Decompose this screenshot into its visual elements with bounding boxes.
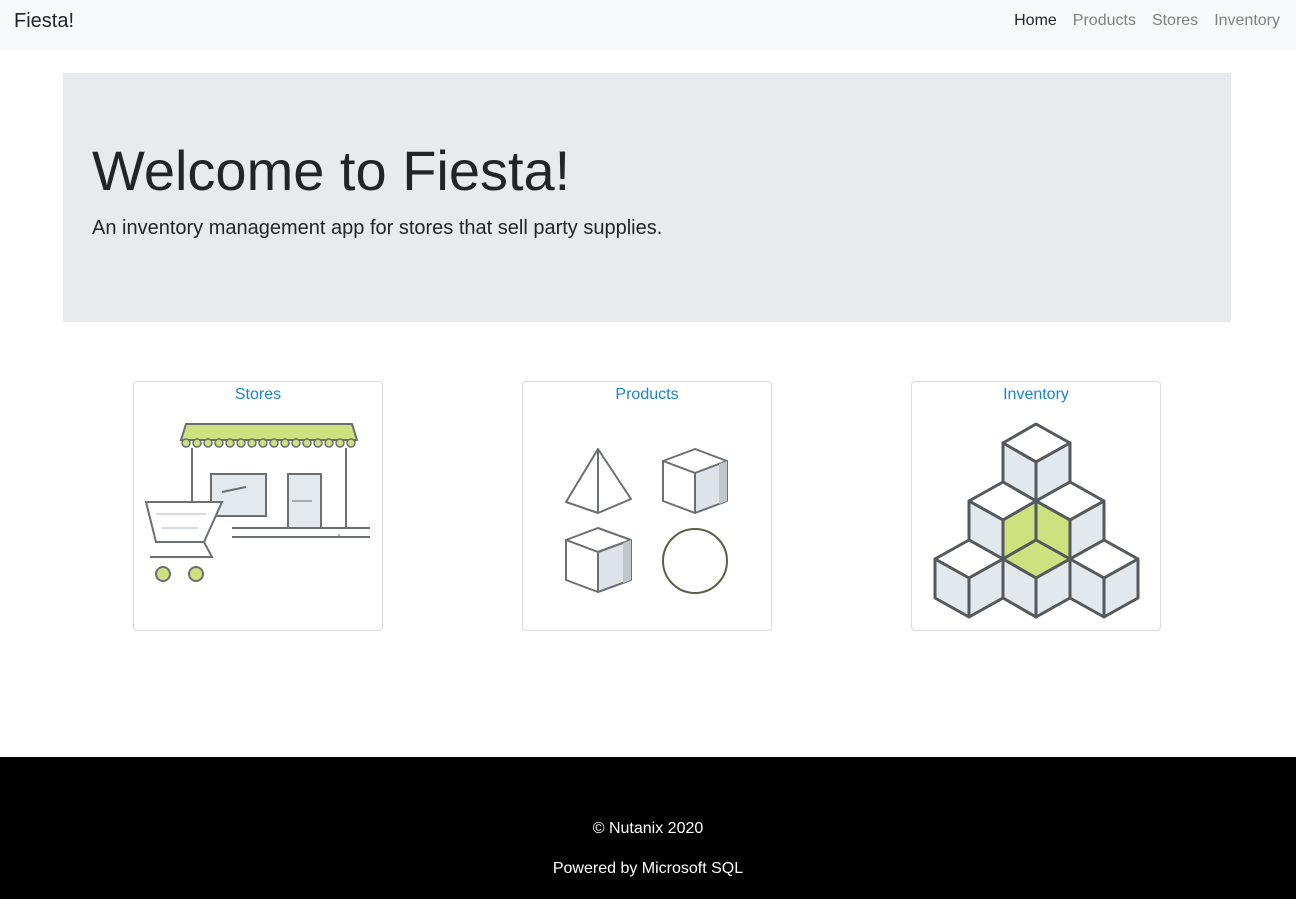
products-card: Products: [522, 381, 772, 631]
hero-lead: An inventory management app for stores t…: [92, 217, 663, 239]
nav-links: Home Products Stores Inventory: [1014, 12, 1280, 30]
nav-home[interactable]: Home: [1014, 12, 1057, 30]
footer-powered-by: Powered by Microsoft SQL: [552, 860, 744, 877]
navbar: Fiesta! Home Products Stores Inventory: [0, 0, 1296, 50]
nav-inventory[interactable]: Inventory: [1214, 12, 1280, 30]
footer-copyright: © Nutanix 2020: [592, 820, 704, 837]
hero-title: Welcome to Fiesta!: [92, 139, 571, 202]
nav-stores[interactable]: Stores: [1152, 12, 1198, 30]
inventory-icon[interactable]: [912, 382, 1162, 632]
stores-card: Stores: [133, 381, 383, 631]
nav-products[interactable]: Products: [1073, 12, 1136, 30]
footer: © Nutanix 2020 Powered by Microsoft SQL: [0, 757, 1296, 899]
hero-jumbotron: Welcome to Fiesta! An inventory manageme…: [63, 73, 1231, 322]
inventory-card: Inventory: [911, 381, 1161, 631]
store-icon[interactable]: [134, 382, 384, 632]
brand-link[interactable]: Fiesta!: [14, 10, 74, 33]
products-icon[interactable]: [523, 382, 773, 632]
